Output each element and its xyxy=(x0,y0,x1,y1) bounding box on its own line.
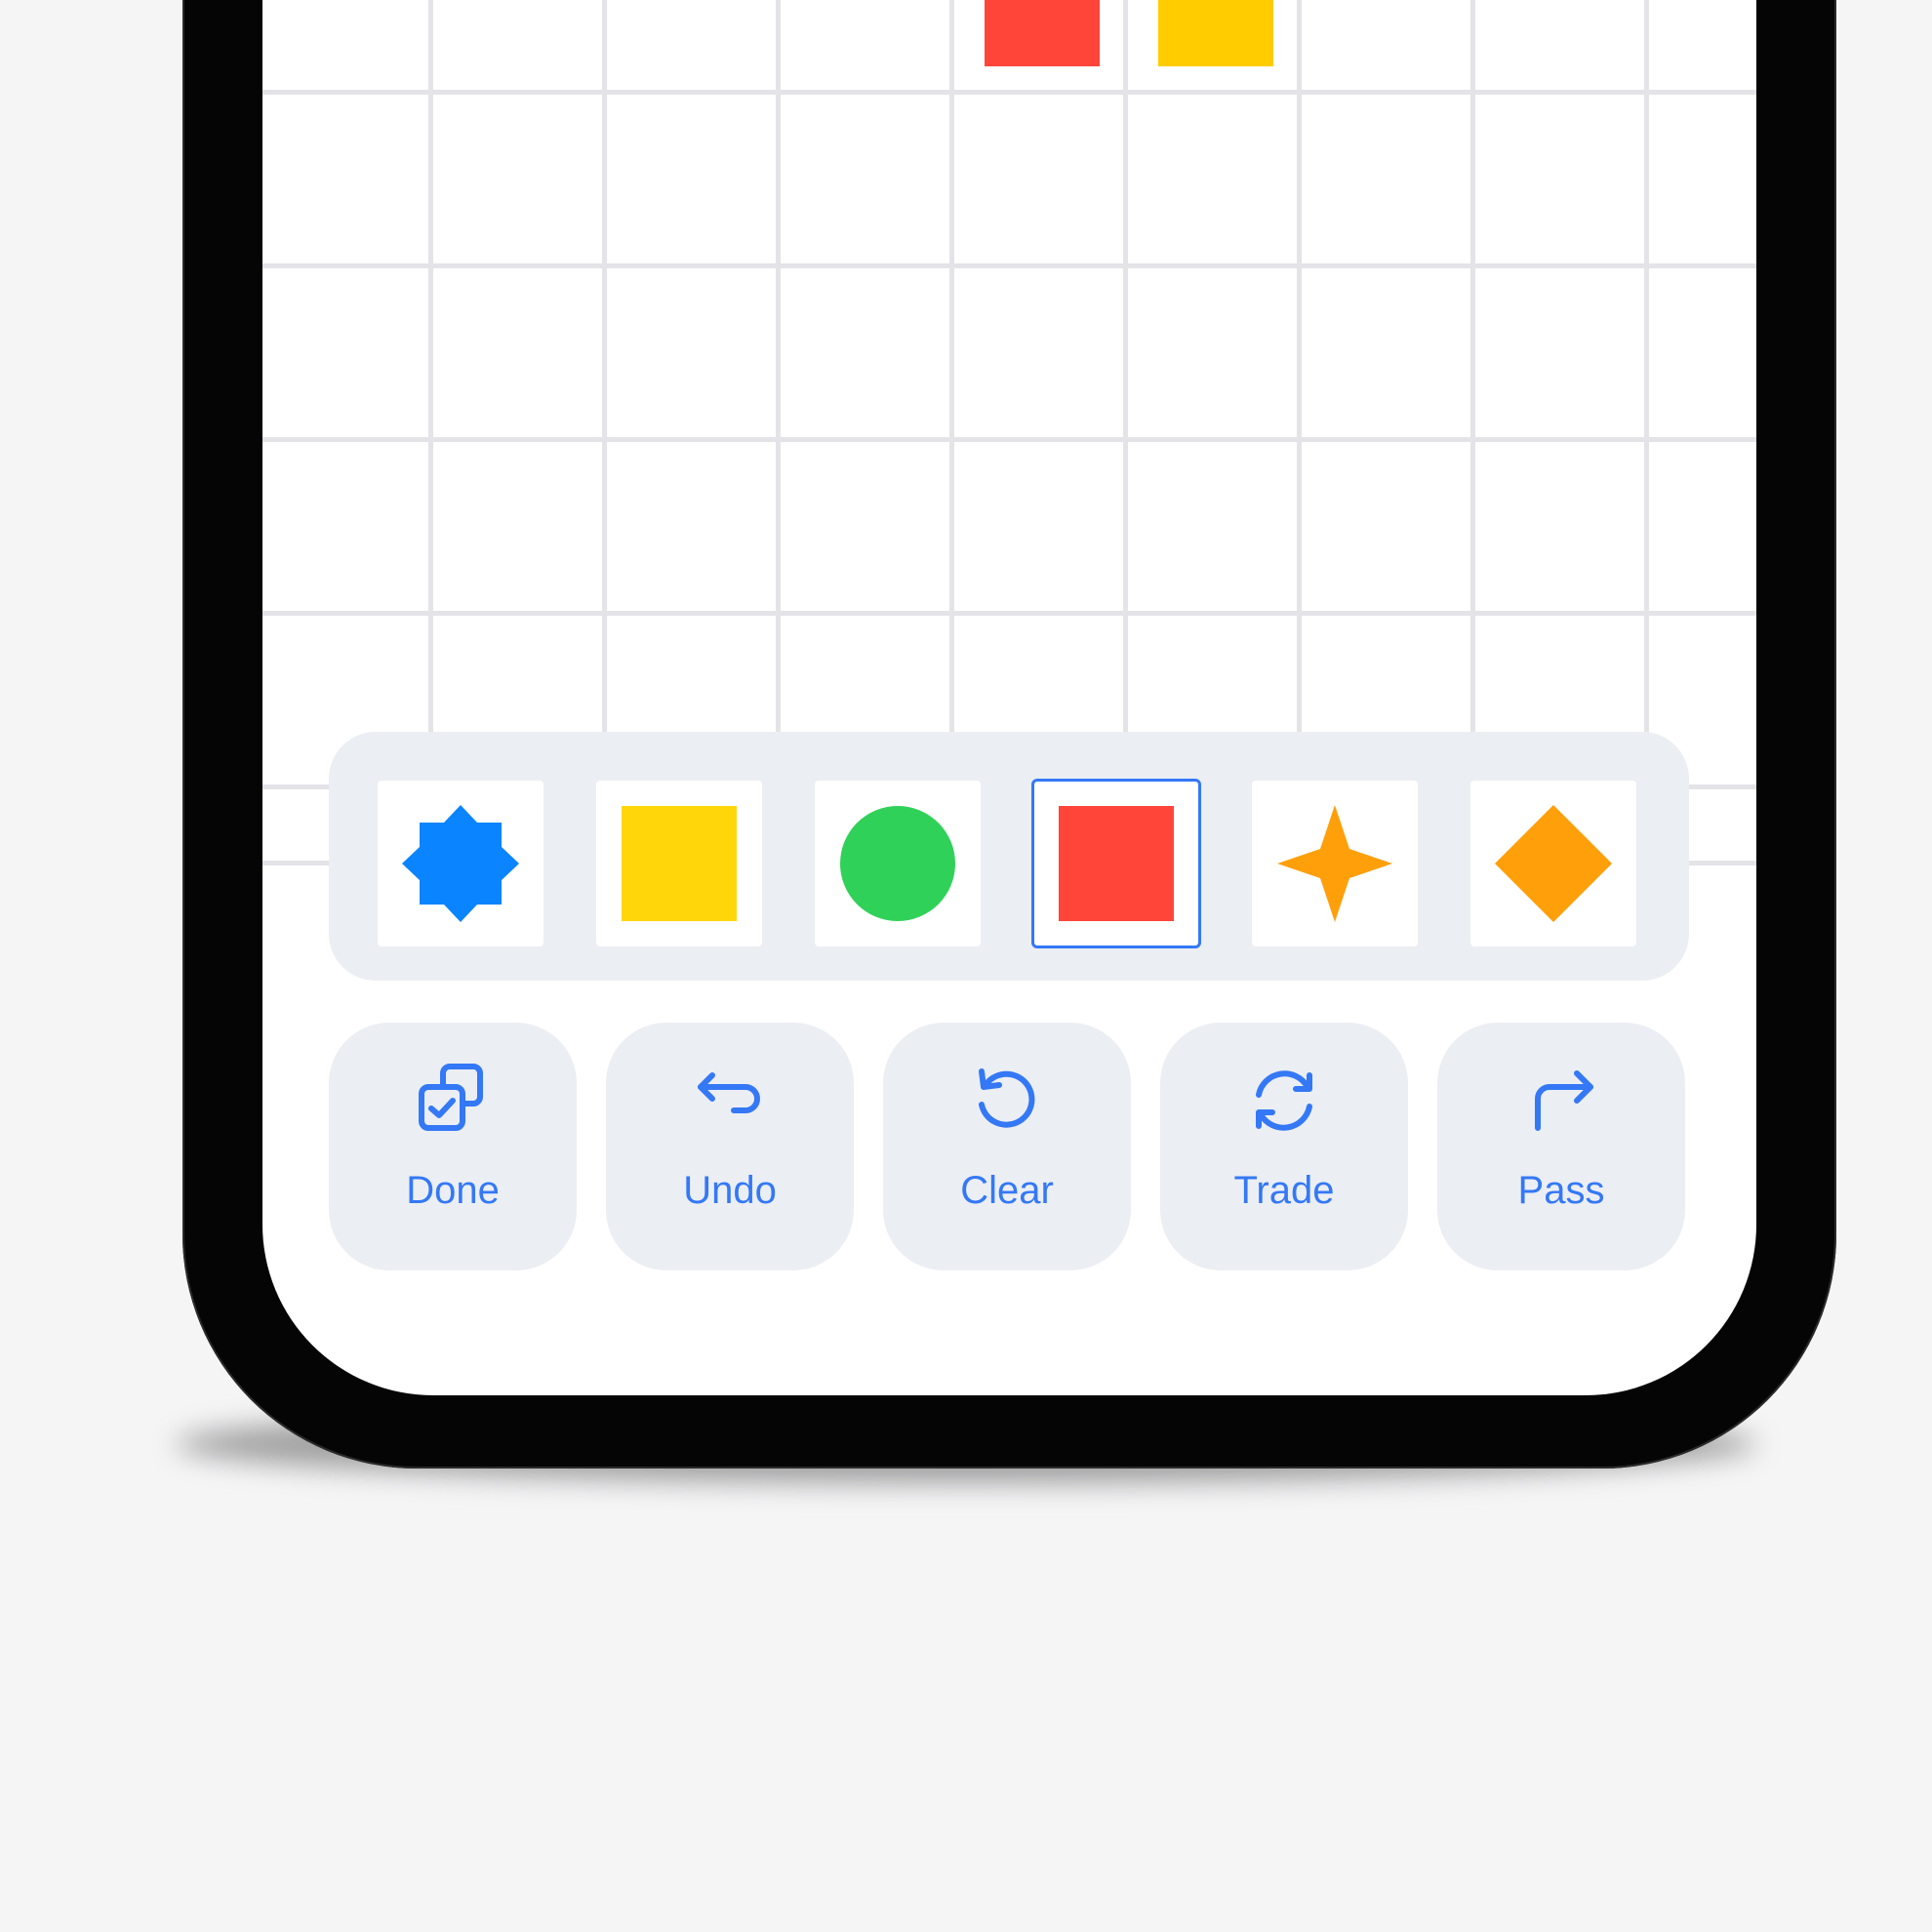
pass-button[interactable]: Pass xyxy=(1437,1023,1685,1270)
clear-button[interactable]: Clear xyxy=(883,1023,1131,1270)
four-point-star-icon xyxy=(1277,805,1392,922)
tray-tile-orange-star[interactable] xyxy=(1252,781,1418,946)
clear-icon xyxy=(979,1068,1035,1128)
eight-point-star-icon xyxy=(402,805,519,922)
square-icon xyxy=(1059,806,1174,921)
undo-label: Undo xyxy=(683,1169,777,1212)
game-screen: Done Undo Clear Trade Pass xyxy=(262,0,1756,1395)
undo-button[interactable]: Undo xyxy=(606,1023,854,1270)
tray-tile-yellow-square[interactable] xyxy=(596,781,762,946)
diamond-icon xyxy=(1495,805,1612,922)
tray-tile-green-circle[interactable] xyxy=(815,781,981,946)
tile-tray xyxy=(329,732,1689,981)
done-button[interactable]: Done xyxy=(329,1023,577,1270)
trade-label: Trade xyxy=(1233,1169,1335,1212)
clear-label: Clear xyxy=(960,1169,1054,1212)
grid-line-horizontal xyxy=(262,90,1756,95)
tray-tile-orange-diamond[interactable] xyxy=(1470,781,1636,946)
trade-button[interactable]: Trade xyxy=(1160,1023,1408,1270)
tray-tile-blue-star[interactable] xyxy=(378,781,543,946)
placed-tile-yellow-square xyxy=(1158,0,1273,66)
done-icon xyxy=(419,1064,483,1131)
circle-icon xyxy=(840,806,955,921)
pass-icon xyxy=(1535,1070,1593,1131)
grid-line-horizontal xyxy=(262,437,1756,442)
square-icon xyxy=(622,806,737,921)
pass-label: Pass xyxy=(1517,1169,1605,1212)
trade-icon xyxy=(1256,1070,1312,1131)
undo-icon xyxy=(698,1072,760,1113)
tray-tile-red-square[interactable] xyxy=(1031,779,1201,948)
grid-line-horizontal xyxy=(262,263,1756,268)
placed-tile-red-square xyxy=(985,0,1100,66)
grid-line-horizontal xyxy=(262,611,1756,616)
done-label: Done xyxy=(406,1169,500,1212)
